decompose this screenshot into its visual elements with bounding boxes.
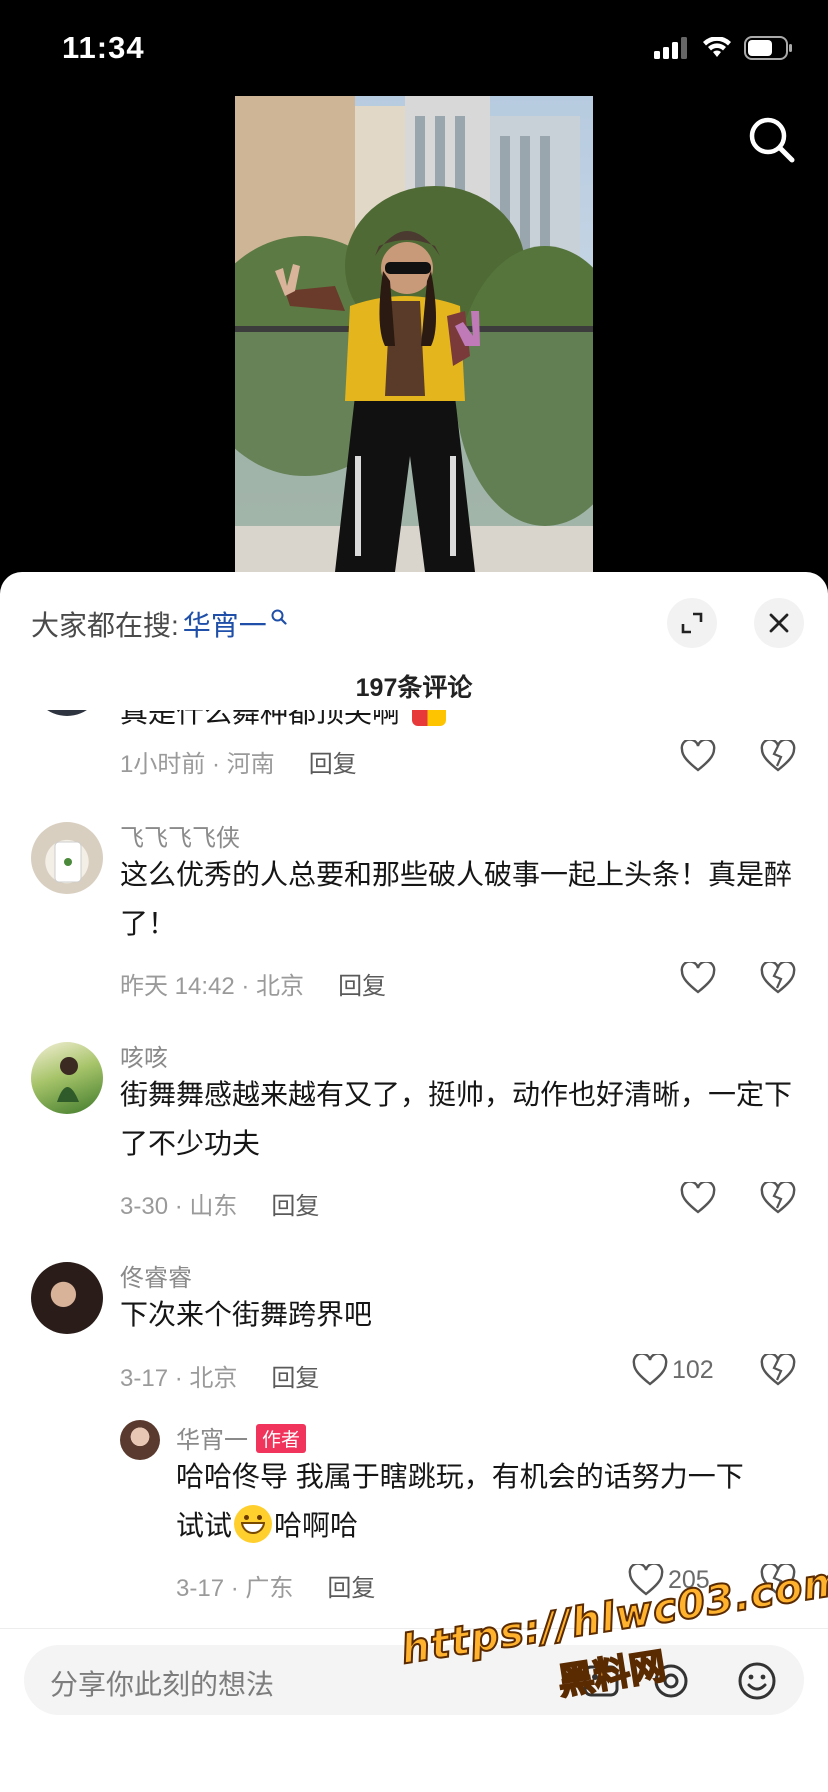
comment-input-placeholder: 分享你此刻的想法 (50, 1669, 275, 1700)
like-button[interactable] (680, 962, 716, 994)
search-icon (749, 117, 795, 163)
comment-meta: 3-17 · 北京 回复 (120, 1358, 319, 1393)
comment-item: 真是什么舞种都顶尖啊 1小时前 · 河南 回复 (0, 710, 828, 800)
comment-sheet: 大家都在搜: 华宵一 197条评论 真是什么舞种都顶尖啊 1小时前 · 河南 回… (0, 572, 828, 1792)
comment-time-location: 昨天 14:42 · 北京 (120, 973, 305, 1000)
avatar[interactable] (31, 1042, 103, 1114)
comment-count: 197条评论 (355, 674, 473, 702)
reply-button[interactable]: 回复 (338, 966, 386, 1001)
video-frame (235, 96, 593, 572)
like-button[interactable]: 205 (628, 1564, 710, 1596)
comment-meta: 3-30 · 山东 回复 (120, 1186, 319, 1221)
reply-text: 哈哈佟导 我属于瞎跳玩，有机会的话努力一下 试试 哈啊哈 (176, 1461, 744, 1543)
fist-emoji-icon (411, 710, 446, 726)
status-time: 11:34 (62, 30, 145, 65)
mention-icon[interactable] (650, 1660, 692, 1702)
comment-text: 街舞舞感越来越有又了，挺帅，动作也好清晰，一定下了不少功夫 (120, 1079, 793, 1159)
avatar[interactable] (31, 822, 103, 894)
heart-icon (680, 1182, 716, 1214)
dislike-button[interactable] (760, 1352, 796, 1388)
emoji-icon[interactable] (736, 1660, 778, 1702)
status-bar: 11:34 (0, 0, 828, 96)
avatar[interactable] (31, 1262, 103, 1334)
comment-time-location: 3-30 · 山东 (120, 1193, 238, 1220)
comment-text: 真是什么舞种都顶尖啊 (120, 710, 800, 737)
expand-button[interactable] (667, 598, 717, 648)
wifi-icon (703, 37, 731, 57)
reply-button[interactable]: 回复 (271, 1186, 319, 1221)
broken-heart-icon (760, 738, 796, 772)
like-button[interactable]: 102 (632, 1354, 714, 1386)
hot-search-label: 大家都在搜: (31, 610, 179, 641)
comment-input[interactable]: 分享你此刻的想法 (24, 1645, 804, 1715)
comment-item: 飞飞飞飞侠 这么优秀的人总要和那些破人破事一起上头条！真是醉了！ 昨天 14:4… (0, 816, 828, 1016)
dislike-button[interactable] (760, 1562, 796, 1598)
close-button[interactable] (754, 598, 804, 648)
comment-time-location: 3-17 · 北京 (120, 1365, 238, 1392)
status-icons (654, 36, 794, 60)
video-player[interactable] (235, 96, 593, 572)
broken-heart-icon (760, 960, 796, 994)
heart-icon (632, 1354, 668, 1386)
battery-icon (744, 36, 792, 60)
hot-search-term[interactable]: 华宵一 (183, 604, 267, 644)
reply-button[interactable]: 回复 (271, 1358, 319, 1393)
comment-meta: 昨天 14:42 · 北京 回复 (120, 966, 386, 1001)
broken-heart-icon (760, 1180, 796, 1214)
like-button[interactable] (680, 740, 716, 772)
like-button[interactable] (680, 1182, 716, 1214)
comment-username[interactable]: 佟睿睿 (120, 1258, 192, 1293)
broken-heart-icon (760, 1352, 796, 1386)
grin-emoji-icon (234, 1505, 273, 1543)
reply-button[interactable]: 回复 (327, 1568, 375, 1603)
dislike-button[interactable] (760, 960, 796, 996)
comment-text: 这么优秀的人总要和那些破人破事一起上头条！真是醉了！ (120, 859, 793, 939)
dislike-button[interactable] (760, 738, 796, 774)
avatar[interactable] (31, 710, 103, 716)
heart-icon (680, 740, 716, 772)
search-button[interactable] (746, 114, 798, 166)
comment-username[interactable]: 飞飞飞飞侠 (120, 818, 240, 853)
expand-icon (681, 612, 703, 634)
reply-username[interactable]: 华宵一 (176, 1427, 248, 1454)
hot-search[interactable]: 大家都在搜: 华宵一 (31, 604, 287, 644)
like-count: 102 (672, 1355, 714, 1384)
comment-meta: 1小时前 · 河南 回复 (120, 744, 357, 779)
reply-item: 华宵一 作者 哈哈佟导 我属于瞎跳玩，有机会的话努力一下 试试 哈啊哈 3-17 ·… (0, 1418, 828, 1618)
reply-meta: 3-17 · 广东 回复 (176, 1568, 375, 1603)
image-icon[interactable] (580, 1660, 622, 1702)
comment-input-bar: 分享你此刻的想法 (0, 1628, 828, 1792)
heart-icon (628, 1564, 664, 1596)
reply-button[interactable]: 回复 (309, 744, 357, 779)
comment-text: 下次来个街舞跨界吧 (120, 1299, 373, 1330)
comment-username[interactable]: 咳咳 (120, 1038, 168, 1073)
reply-username-row: 华宵一 作者 (176, 1420, 307, 1455)
comment-time-location: 1小时前 · 河南 (120, 751, 275, 778)
search-small-icon (271, 609, 287, 625)
reply-time-location: 3-17 · 广东 (176, 1575, 294, 1602)
comment-item: 佟睿睿 下次来个街舞跨界吧 3-17 · 北京 回复 102 (0, 1256, 828, 1406)
dislike-button[interactable] (760, 1180, 796, 1216)
avatar[interactable] (120, 1420, 160, 1460)
comment-item: 咳咳 街舞舞感越来越有又了，挺帅，动作也好清晰，一定下了不少功夫 3-30 · … (0, 1036, 828, 1236)
broken-heart-icon (760, 1562, 796, 1596)
like-count: 205 (668, 1565, 710, 1594)
close-icon (769, 613, 789, 633)
heart-icon (680, 962, 716, 994)
author-badge: 作者 (256, 1424, 307, 1453)
signal-icon (654, 37, 687, 59)
